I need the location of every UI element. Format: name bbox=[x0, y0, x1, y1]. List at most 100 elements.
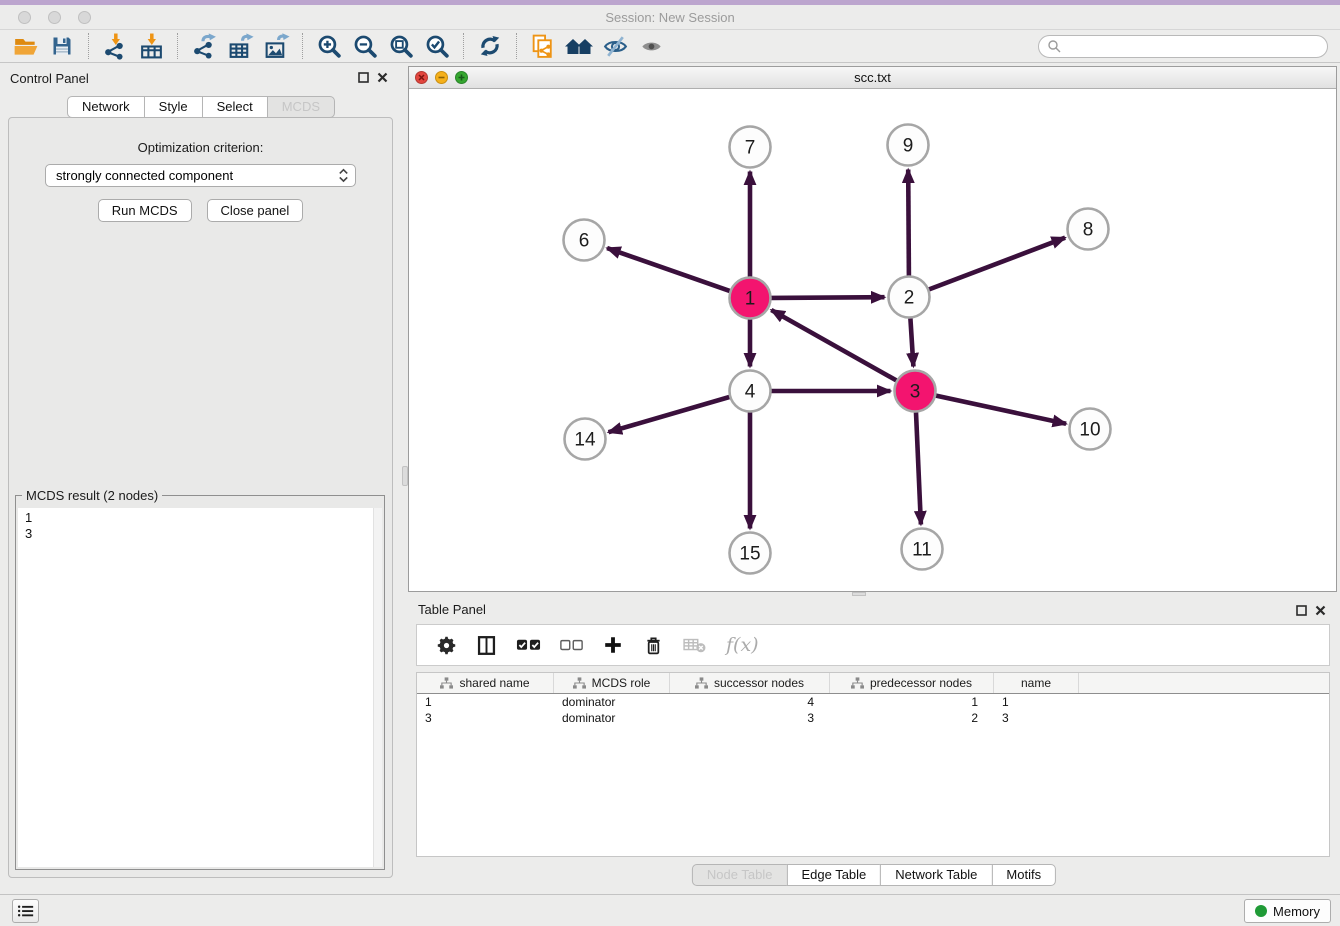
run-mcds-button[interactable]: Run MCDS bbox=[98, 199, 192, 222]
refresh-icon[interactable] bbox=[472, 31, 508, 61]
edge-2-8[interactable] bbox=[929, 238, 1065, 290]
svg-text:11: 11 bbox=[912, 540, 932, 561]
show-all-eye-icon[interactable] bbox=[633, 31, 669, 61]
table-row[interactable]: 3dominator323 bbox=[417, 710, 1329, 726]
table-cell[interactable]: dominator bbox=[554, 694, 670, 710]
network-canvas[interactable]: 7 9 6 8 1 2 4 3 14 10 15 11 bbox=[409, 89, 1336, 591]
optimization-criterion-label: Optimization criterion: bbox=[9, 140, 392, 155]
column-header-successor-nodes[interactable]: successor nodes bbox=[670, 673, 830, 693]
table-cell[interactable]: 3 bbox=[670, 710, 830, 726]
network-graph[interactable]: 7 9 6 8 1 2 4 3 14 10 15 11 bbox=[409, 89, 1336, 591]
delete-row-trash-icon[interactable] bbox=[643, 635, 664, 656]
graph-node-7[interactable]: 7 bbox=[730, 127, 771, 168]
first-neighbors-icon[interactable] bbox=[561, 31, 597, 61]
edge-3-1[interactable] bbox=[771, 310, 896, 380]
deselect-all-columns-icon[interactable] bbox=[560, 639, 583, 652]
memory-button[interactable]: Memory bbox=[1244, 899, 1331, 923]
zoom-selected-icon[interactable] bbox=[419, 31, 455, 61]
select-all-columns-icon[interactable] bbox=[516, 638, 541, 652]
table-cell[interactable]: 3 bbox=[417, 710, 554, 726]
add-row-plus-icon[interactable] bbox=[602, 634, 624, 656]
main-toolbar bbox=[0, 30, 1340, 63]
table-cell[interactable]: 1 bbox=[994, 694, 1079, 710]
save-session-icon[interactable] bbox=[44, 31, 80, 61]
column-header-name[interactable]: name bbox=[994, 673, 1079, 693]
column-header-predecessor-nodes[interactable]: predecessor nodes bbox=[830, 673, 994, 693]
graph-node-15[interactable]: 15 bbox=[730, 533, 771, 574]
graph-node-1[interactable]: 1 bbox=[730, 278, 771, 319]
export-network-icon[interactable] bbox=[186, 31, 222, 61]
tab-edge-table[interactable]: Edge Table bbox=[786, 864, 881, 886]
close-panel-button[interactable]: Close panel bbox=[207, 199, 304, 222]
table-cell[interactable]: 1 bbox=[417, 694, 554, 710]
edge-3-11[interactable] bbox=[916, 413, 921, 525]
edge-1-2[interactable] bbox=[772, 297, 885, 298]
edge-1-6[interactable] bbox=[607, 248, 730, 291]
clone-network-icon[interactable] bbox=[525, 31, 561, 61]
function-builder-icon: f(x) bbox=[726, 634, 759, 656]
graph-node-14[interactable]: 14 bbox=[565, 419, 606, 460]
edge-4-14[interactable] bbox=[609, 397, 730, 432]
zoom-out-icon[interactable] bbox=[347, 31, 383, 61]
search-field[interactable] bbox=[1038, 35, 1328, 58]
import-table-icon[interactable] bbox=[133, 31, 169, 61]
svg-text:7: 7 bbox=[745, 138, 756, 159]
optimization-criterion-select[interactable]: strongly connected component bbox=[45, 164, 356, 187]
graph-node-3[interactable]: 3 bbox=[895, 371, 936, 412]
tab-motifs[interactable]: Motifs bbox=[991, 864, 1056, 886]
table-panel-float-icon[interactable] bbox=[1296, 605, 1307, 616]
open-session-icon[interactable] bbox=[8, 31, 44, 61]
graph-node-8[interactable]: 8 bbox=[1068, 209, 1109, 250]
memory-status-dot bbox=[1255, 905, 1267, 917]
control-panel-close-icon[interactable] bbox=[377, 72, 388, 83]
tab-mcds[interactable]: MCDS bbox=[267, 96, 335, 118]
table-cell[interactable]: 4 bbox=[670, 694, 830, 710]
edge-2-3[interactable] bbox=[910, 319, 913, 367]
export-table-icon[interactable] bbox=[222, 31, 258, 61]
table-panel-title: Table Panel bbox=[418, 602, 486, 617]
graph-node-6[interactable]: 6 bbox=[564, 220, 605, 261]
node-table[interactable]: shared nameMCDS rolesuccessor nodes prede… bbox=[416, 672, 1330, 857]
edge-3-10[interactable] bbox=[936, 396, 1066, 424]
tab-node-table[interactable]: Node Table bbox=[692, 864, 788, 886]
toolbar-separator bbox=[177, 33, 178, 59]
table-settings-gear-icon[interactable] bbox=[436, 635, 457, 656]
tab-style[interactable]: Style bbox=[144, 96, 203, 118]
tab-network-table[interactable]: Network Table bbox=[880, 864, 992, 886]
column-label: predecessor nodes bbox=[870, 676, 972, 690]
import-network-icon[interactable] bbox=[97, 31, 133, 61]
table-panel-tabs: Node TableEdge TableNetwork TableMotifs bbox=[692, 864, 1056, 886]
edge-2-9[interactable] bbox=[908, 170, 909, 276]
mcds-panel: Optimization criterion: strongly connect… bbox=[8, 117, 393, 878]
graph-node-11[interactable]: 11 bbox=[902, 529, 943, 570]
mcds-result-scrollbar[interactable] bbox=[373, 508, 382, 867]
search-input[interactable] bbox=[1066, 37, 1327, 56]
table-cell[interactable]: dominator bbox=[554, 710, 670, 726]
column-header-mcds-role[interactable]: MCDS role bbox=[554, 673, 670, 693]
main-area: Control Panel NetworkStyleSelectMCDS Opt… bbox=[0, 63, 1340, 894]
table-panel-close-icon[interactable] bbox=[1315, 605, 1326, 616]
graph-node-2[interactable]: 2 bbox=[889, 277, 930, 318]
export-image-icon[interactable] bbox=[258, 31, 294, 61]
graph-node-10[interactable]: 10 bbox=[1070, 409, 1111, 450]
table-row[interactable]: 1dominator411 bbox=[417, 694, 1329, 710]
application-window: Session: New Session bbox=[0, 0, 1340, 926]
zoom-fit-icon[interactable] bbox=[383, 31, 419, 61]
table-cell[interactable]: 3 bbox=[994, 710, 1079, 726]
show-columns-icon[interactable] bbox=[476, 635, 497, 656]
graph-node-4[interactable]: 4 bbox=[730, 371, 771, 412]
table-cell[interactable]: 2 bbox=[830, 710, 994, 726]
mcds-result-text[interactable]: 1 3 bbox=[18, 508, 382, 867]
tab-network[interactable]: Network bbox=[67, 96, 145, 118]
network-window-titlebar[interactable]: scc.txt bbox=[409, 67, 1336, 89]
column-header-shared-name[interactable]: shared name bbox=[417, 673, 554, 693]
control-panel-float-icon[interactable] bbox=[358, 72, 369, 83]
zoom-in-icon[interactable] bbox=[311, 31, 347, 61]
table-cell[interactable]: 1 bbox=[830, 694, 994, 710]
graph-node-9[interactable]: 9 bbox=[888, 125, 929, 166]
select-chevrons-icon bbox=[338, 168, 349, 183]
task-history-button[interactable] bbox=[12, 899, 39, 923]
tab-select[interactable]: Select bbox=[202, 96, 268, 118]
task-list-icon bbox=[17, 904, 34, 918]
hide-selected-eye-slash-icon[interactable] bbox=[597, 31, 633, 61]
